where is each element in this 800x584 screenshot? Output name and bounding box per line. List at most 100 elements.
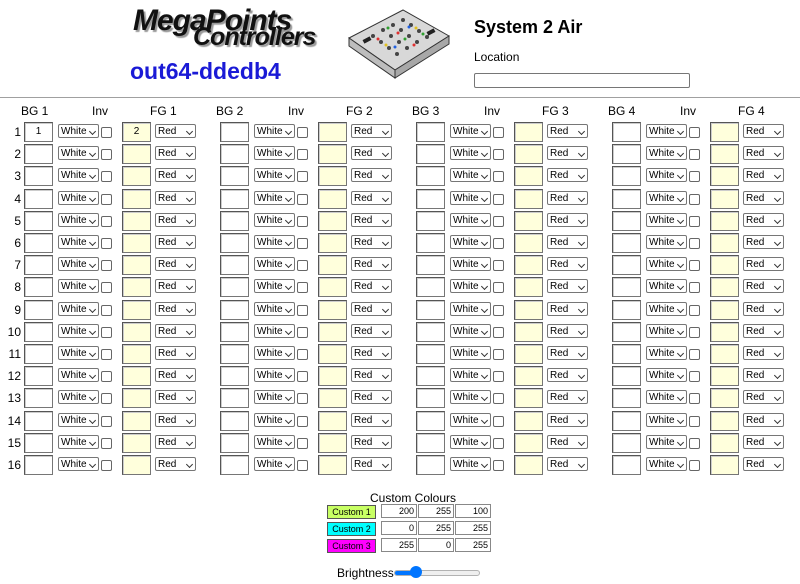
- inv-4-checkbox[interactable]: [689, 193, 700, 205]
- bg-1-input[interactable]: 1: [24, 122, 53, 142]
- inv-3-checkbox[interactable]: [493, 349, 504, 360]
- bg-4-input[interactable]: [612, 388, 641, 409]
- inv-2-checkbox[interactable]: [297, 371, 308, 383]
- fg-1-input[interactable]: [122, 388, 151, 409]
- inv-2-checkbox[interactable]: [297, 326, 308, 338]
- bg-4-colour-select[interactable]: White: [646, 257, 687, 272]
- fg-4-input[interactable]: [710, 410, 739, 431]
- inv-2-checkbox[interactable]: [297, 260, 308, 272]
- fg-1-input[interactable]: [122, 432, 151, 453]
- bg-4-input[interactable]: [612, 432, 641, 453]
- bg-3-input[interactable]: [416, 210, 445, 231]
- bg-2-colour-select[interactable]: White: [254, 457, 295, 471]
- bg-2-input[interactable]: [220, 432, 249, 453]
- fg-2-colour-select[interactable]: Red: [351, 257, 392, 272]
- fg-1-input[interactable]: [122, 410, 151, 431]
- fg-2-input[interactable]: [318, 344, 347, 364]
- inv-1-checkbox[interactable]: [101, 215, 112, 227]
- bg-1-input[interactable]: [24, 321, 53, 342]
- inv-3-checkbox[interactable]: [493, 282, 504, 294]
- fg-2-input[interactable]: [318, 188, 347, 209]
- bg-4-input[interactable]: [612, 410, 641, 431]
- inv-3-checkbox[interactable]: [493, 437, 504, 449]
- fg-1-colour-select[interactable]: Red: [155, 457, 196, 471]
- fg-3-input[interactable]: [514, 321, 543, 342]
- fg-4-input[interactable]: [710, 122, 739, 142]
- fg-1-colour-select[interactable]: Red: [155, 235, 196, 249]
- bg-4-input[interactable]: [612, 233, 641, 253]
- fg-4-input[interactable]: [710, 166, 739, 187]
- fg-3-input[interactable]: [514, 299, 543, 320]
- fg-3-colour-select[interactable]: Red: [547, 301, 588, 316]
- fg-1-colour-select[interactable]: Red: [155, 412, 196, 427]
- brightness-slider[interactable]: [394, 566, 480, 578]
- fg-3-colour-select[interactable]: Red: [547, 235, 588, 249]
- fg-1-colour-select[interactable]: Red: [155, 168, 196, 183]
- custom-colour-g-input[interactable]: 255: [418, 521, 454, 535]
- fg-4-input[interactable]: [710, 255, 739, 276]
- fg-3-input[interactable]: [514, 432, 543, 453]
- bg-4-colour-select[interactable]: White: [646, 434, 687, 449]
- bg-3-colour-select[interactable]: White: [450, 257, 491, 272]
- bg-2-input[interactable]: [220, 166, 249, 187]
- custom-colour-r-input[interactable]: 200: [381, 504, 417, 518]
- fg-1-input[interactable]: [122, 188, 151, 209]
- bg-4-colour-select[interactable]: White: [646, 235, 687, 249]
- inv-1-checkbox[interactable]: [101, 260, 112, 272]
- fg-4-input[interactable]: [710, 299, 739, 320]
- bg-4-colour-select[interactable]: White: [646, 457, 687, 471]
- fg-1-input[interactable]: [122, 166, 151, 187]
- bg-4-colour-select[interactable]: White: [646, 390, 687, 405]
- bg-3-colour-select[interactable]: White: [450, 168, 491, 183]
- fg-1-input[interactable]: [122, 233, 151, 253]
- brightness-slider-thumb[interactable]: [410, 566, 422, 578]
- fg-4-colour-select[interactable]: Red: [743, 235, 784, 249]
- custom-colour-b-input[interactable]: 255: [455, 521, 491, 535]
- fg-2-input[interactable]: [318, 144, 347, 165]
- inv-4-checkbox[interactable]: [689, 371, 700, 383]
- bg-4-colour-select[interactable]: White: [646, 168, 687, 183]
- fg-4-input[interactable]: [710, 277, 739, 298]
- fg-3-colour-select[interactable]: Red: [547, 257, 588, 272]
- inv-4-checkbox[interactable]: [689, 171, 700, 183]
- inv-2-checkbox[interactable]: [297, 149, 308, 161]
- fg-3-colour-select[interactable]: Red: [547, 412, 588, 427]
- fg-1-colour-select[interactable]: Red: [155, 390, 196, 405]
- bg-4-input[interactable]: [612, 210, 641, 231]
- bg-3-input[interactable]: [416, 233, 445, 253]
- bg-1-input[interactable]: [24, 188, 53, 209]
- bg-2-colour-select[interactable]: White: [254, 390, 295, 405]
- inv-1-checkbox[interactable]: [101, 326, 112, 338]
- bg-2-colour-select[interactable]: White: [254, 368, 295, 383]
- fg-1-input[interactable]: [122, 299, 151, 320]
- bg-2-input[interactable]: [220, 321, 249, 342]
- bg-4-input[interactable]: [612, 122, 641, 142]
- inv-4-checkbox[interactable]: [689, 415, 700, 427]
- fg-1-colour-select[interactable]: Red: [155, 368, 196, 383]
- fg-3-input[interactable]: [514, 388, 543, 409]
- fg-4-input[interactable]: [710, 366, 739, 387]
- bg-2-colour-select[interactable]: White: [254, 279, 295, 294]
- bg-4-colour-select[interactable]: White: [646, 301, 687, 316]
- bg-4-colour-select[interactable]: White: [646, 412, 687, 427]
- inv-4-checkbox[interactable]: [689, 437, 700, 449]
- fg-3-input[interactable]: [514, 344, 543, 364]
- fg-4-colour-select[interactable]: Red: [743, 368, 784, 383]
- fg-2-colour-select[interactable]: Red: [351, 279, 392, 294]
- bg-1-input[interactable]: [24, 388, 53, 409]
- bg-1-input[interactable]: [24, 210, 53, 231]
- inv-4-checkbox[interactable]: [689, 282, 700, 294]
- location-input[interactable]: [474, 73, 690, 88]
- fg-4-colour-select[interactable]: Red: [743, 301, 784, 316]
- fg-2-input[interactable]: [318, 410, 347, 431]
- fg-3-input[interactable]: [514, 277, 543, 298]
- fg-3-input[interactable]: [514, 233, 543, 253]
- bg-2-input[interactable]: [220, 210, 249, 231]
- bg-1-input[interactable]: [24, 344, 53, 364]
- bg-3-input[interactable]: [416, 344, 445, 364]
- custom-colour-g-input[interactable]: 0: [418, 538, 454, 552]
- fg-3-colour-select[interactable]: Red: [547, 279, 588, 294]
- fg-1-colour-select[interactable]: Red: [155, 257, 196, 272]
- bg-4-input[interactable]: [612, 366, 641, 387]
- bg-2-colour-select[interactable]: White: [254, 434, 295, 449]
